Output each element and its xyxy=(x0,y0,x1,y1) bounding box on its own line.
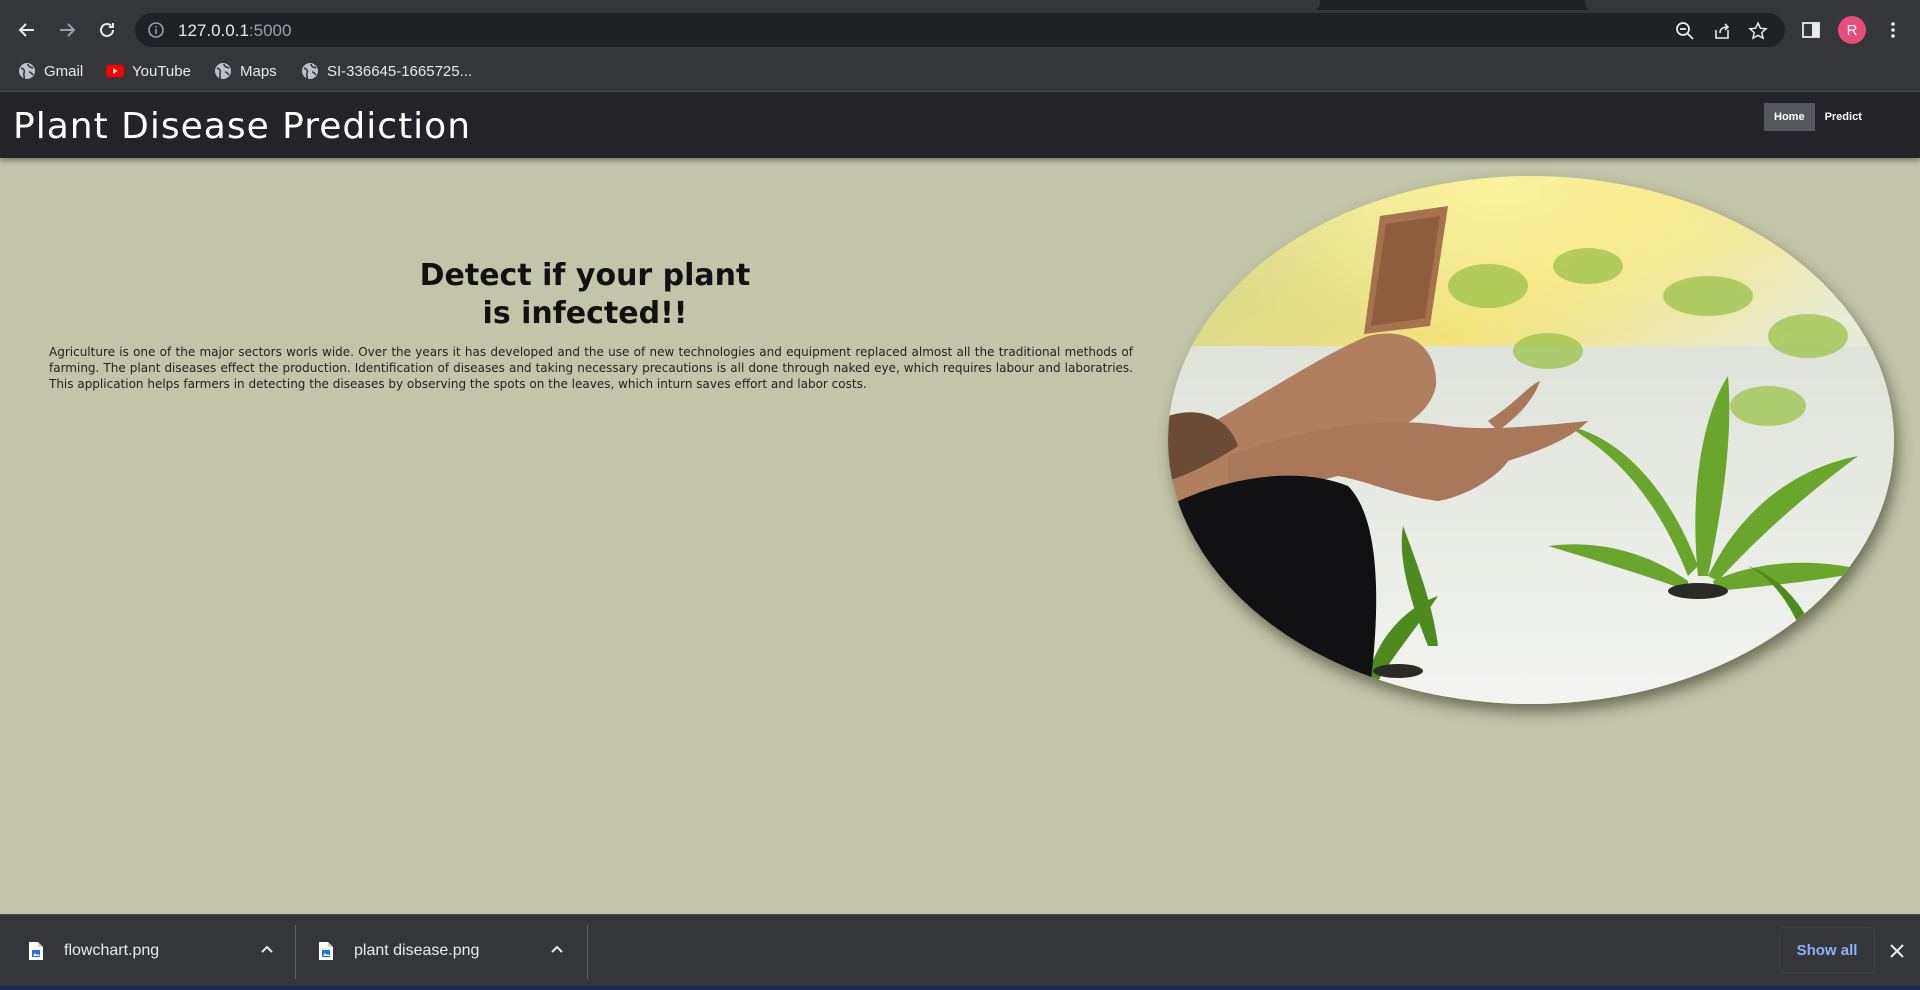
info-icon[interactable] xyxy=(147,21,165,39)
url-host: 127.0.0.1 xyxy=(178,21,249,40)
site-nav: Home Predict xyxy=(1764,103,1872,131)
hero-heading: Detect if your plant is infected!! xyxy=(0,257,1170,333)
bookmark-si[interactable]: SI-336645-1665725... xyxy=(301,59,472,83)
bookmark-maps[interactable]: Maps xyxy=(214,59,277,83)
address-bar[interactable]: 127.0.0.1:5000 xyxy=(135,13,1785,47)
download-item-plant-disease[interactable]: plant disease.png xyxy=(318,915,568,987)
image-file-icon xyxy=(319,942,333,960)
globe-icon xyxy=(214,62,232,80)
browser-toolbar: 127.0.0.1:5000 R xyxy=(0,10,1920,50)
show-all-downloads-button[interactable]: Show all xyxy=(1779,927,1875,973)
image-file-icon xyxy=(29,942,43,960)
globe-icon xyxy=(301,62,319,80)
plant-photo-illustration xyxy=(1168,176,1894,704)
globe-icon xyxy=(18,62,36,80)
chevron-up-icon[interactable] xyxy=(258,941,276,959)
hero-description: Agriculture is one of the major sectors … xyxy=(49,345,1133,391)
page-viewport: Plant Disease Prediction Home Predict De… xyxy=(0,92,1920,914)
share-button[interactable] xyxy=(1711,20,1733,42)
nav-home-link[interactable]: Home xyxy=(1764,103,1815,131)
youtube-icon xyxy=(106,62,124,80)
chevron-up-icon[interactable] xyxy=(548,941,566,959)
star-icon xyxy=(1748,21,1768,40)
nav-predict-link[interactable]: Predict xyxy=(1815,103,1872,131)
download-filename: flowchart.png xyxy=(64,942,160,959)
bookmark-label: YouTube xyxy=(132,62,191,80)
hero-heading-line2: is infected!! xyxy=(482,296,688,331)
side-panel-button[interactable] xyxy=(1799,18,1823,42)
arrow-right-icon xyxy=(60,23,76,37)
bookmark-star-button[interactable] xyxy=(1747,20,1769,42)
plant-photo xyxy=(1168,176,1894,704)
bookmarks-bar: Gmail YouTube Maps SI-336645-1665725... xyxy=(0,50,1920,92)
download-shelf: flowchart.png plant disease.png Show all xyxy=(0,914,1920,986)
close-icon xyxy=(1890,944,1904,958)
bookmark-label: Maps xyxy=(240,62,277,80)
download-separator xyxy=(295,925,296,979)
browser-menu-button[interactable] xyxy=(1881,18,1905,42)
bookmark-label: Gmail xyxy=(44,62,84,80)
site-title: Plant Disease Prediction xyxy=(13,106,472,147)
taskbar-edge xyxy=(0,986,1920,990)
share-icon xyxy=(1715,23,1730,39)
reload-button[interactable] xyxy=(91,14,123,46)
side-panel-icon xyxy=(1802,22,1820,38)
zoom-button[interactable] xyxy=(1674,20,1696,42)
more-vert-icon xyxy=(1891,22,1895,38)
back-button[interactable] xyxy=(11,14,43,46)
hero-heading-line1: Detect if your plant xyxy=(419,258,751,293)
close-shelf-button[interactable] xyxy=(1885,939,1909,963)
url-port: :5000 xyxy=(248,21,292,40)
download-filename: plant disease.png xyxy=(354,942,480,959)
download-separator xyxy=(587,925,588,979)
bookmark-youtube[interactable]: YouTube xyxy=(106,59,191,83)
bookmark-gmail[interactable]: Gmail xyxy=(18,59,83,83)
bookmark-label: SI-336645-1665725... xyxy=(327,62,473,80)
arrow-left-icon xyxy=(18,23,34,37)
forward-button[interactable] xyxy=(51,14,83,46)
zoom-out-icon xyxy=(1676,22,1694,40)
reload-icon xyxy=(100,22,114,37)
site-header: Plant Disease Prediction Home Predict xyxy=(0,92,1920,158)
profile-avatar[interactable]: R xyxy=(1838,16,1866,44)
url-text[interactable]: 127.0.0.1:5000 xyxy=(178,21,291,41)
download-item-flowchart[interactable]: flowchart.png xyxy=(28,915,278,987)
